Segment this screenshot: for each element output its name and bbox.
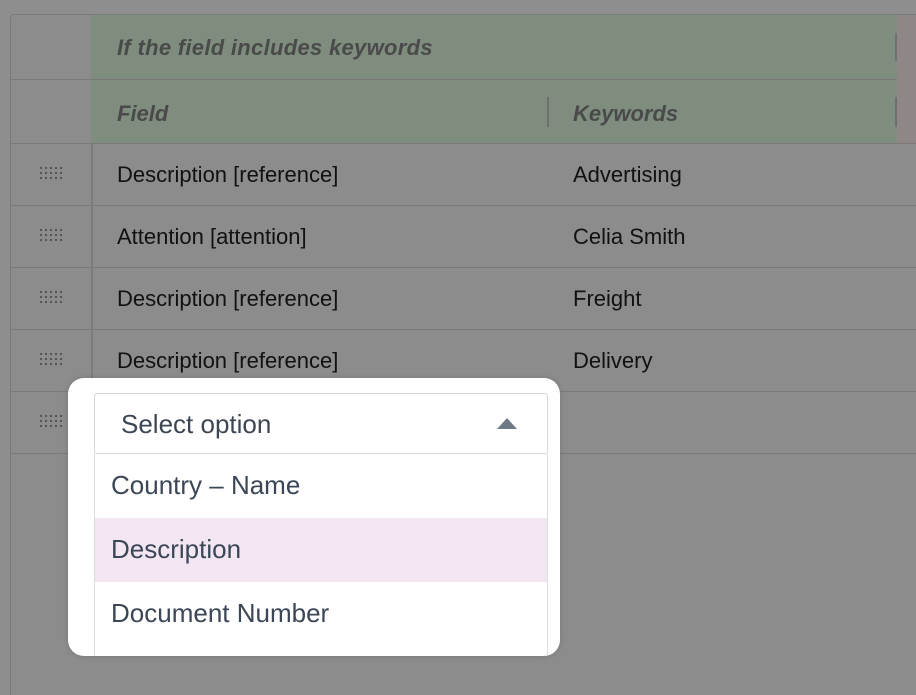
cell-keywords[interactable]: Delivery (573, 348, 652, 374)
dropdown-option-highlighted[interactable]: Description (95, 518, 547, 582)
divider (91, 206, 93, 267)
select-placeholder: Select option (121, 409, 272, 439)
cell-keywords[interactable]: Freight (573, 286, 641, 312)
column-resize-handle[interactable] (895, 97, 897, 127)
table-row[interactable]: Attention [attention] Celia Smith (11, 205, 916, 267)
grip-icon[interactable] (39, 166, 63, 182)
cell-keywords[interactable]: Advertising (573, 162, 682, 188)
grip-icon[interactable] (39, 228, 63, 244)
cell-field[interactable]: Description [reference] (117, 348, 338, 374)
option-label: Description (111, 534, 242, 564)
row-handle-column-header (11, 15, 93, 143)
option-label: Country – Name (111, 470, 301, 500)
dropdown-option[interactable]: Document Number (95, 582, 547, 646)
grip-icon[interactable] (39, 414, 63, 430)
column-header-field[interactable]: Field (117, 101, 168, 127)
dropdown-option[interactable]: Country – Name (95, 454, 547, 518)
column-headers: Field Keywords (91, 80, 897, 144)
group-header: If the field includes keywords (91, 15, 897, 80)
dropdown-menu: Country – Name Description Document Numb… (94, 454, 548, 656)
grip-icon[interactable] (39, 352, 63, 368)
grip-icon[interactable] (39, 290, 63, 306)
field-dropdown: Select option Country – Name Description… (68, 378, 560, 656)
divider (91, 268, 93, 329)
cell-field[interactable]: Description [reference] (117, 162, 338, 188)
next-group-header (897, 15, 916, 143)
group-header-label: If the field includes keywords (117, 35, 433, 60)
caret-up-icon[interactable] (497, 418, 517, 429)
column-header-keywords[interactable]: Keywords (573, 101, 678, 127)
divider (11, 79, 91, 80)
cell-keywords[interactable]: Celia Smith (573, 224, 685, 250)
cell-field[interactable]: Attention [attention] (117, 224, 307, 250)
cell-field[interactable]: Description [reference] (117, 286, 338, 312)
table-row[interactable]: Description [reference] Freight (11, 267, 916, 329)
column-resize-handle[interactable] (547, 97, 549, 127)
table-row[interactable]: Description [reference] Advertising (11, 143, 916, 205)
option-label: Document Number (111, 598, 330, 628)
divider (91, 144, 93, 205)
field-select[interactable]: Select option (94, 393, 548, 454)
